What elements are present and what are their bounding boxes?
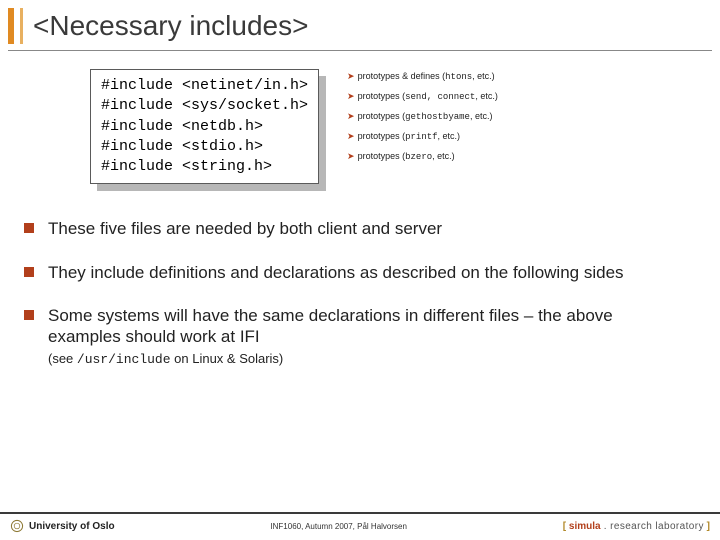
callout-mono: send, connect (405, 92, 475, 102)
code-line: #include <sys/socket.h> (101, 97, 308, 114)
subnote-prefix: (see (48, 351, 77, 366)
callout-item: ➤prototypes & defines (htons, etc.) (347, 71, 498, 82)
title-accent-bar (8, 8, 14, 44)
bullet-item: They include definitions and declaration… (24, 262, 686, 283)
subnote-mono: /usr/include (77, 352, 171, 367)
arrow-icon: ➤ (347, 151, 355, 162)
footer-bar: University of Oslo INF1060, Autumn 2007,… (0, 512, 720, 536)
callout-text: prototypes & defines ( (358, 71, 446, 81)
code-line: #include <stdio.h> (101, 138, 263, 155)
callout-item: ➤prototypes (send, connect, etc.) (347, 91, 498, 102)
footer-left-text: University of Oslo (29, 521, 115, 532)
square-bullet-icon (24, 223, 34, 233)
square-bullet-icon (24, 310, 34, 320)
title-accent-bar-light (20, 8, 23, 44)
code-wrapper: #include <netinet/in.h> #include <sys/so… (90, 69, 319, 184)
code-line: #include <netdb.h> (101, 118, 263, 135)
callout-suffix: , etc.) (470, 111, 493, 121)
title-divider (8, 50, 712, 51)
code-line: #include <netinet/in.h> (101, 77, 308, 94)
code-line: #include <string.h> (101, 158, 272, 175)
bracket-right: ] (704, 521, 710, 532)
university-seal-icon (10, 519, 24, 533)
arrow-icon: ➤ (347, 111, 355, 122)
title-bar: <Necessary includes> (0, 0, 720, 50)
callout-suffix: , etc.) (475, 91, 498, 101)
simula-word: simula (569, 521, 601, 532)
bullet-text: Some systems will have the same declarat… (48, 305, 686, 369)
callout-text: prototypes ( (358, 91, 406, 101)
subnote-suffix: on Linux & Solaris) (171, 351, 284, 366)
bullet-text: They include definitions and declaration… (48, 262, 624, 283)
callout-item: ➤prototypes (gethostbyame, etc.) (347, 111, 498, 122)
simula-lab: research laboratory (610, 521, 704, 532)
code-box: #include <netinet/in.h> #include <sys/so… (90, 69, 319, 184)
callout-suffix: , etc.) (472, 71, 495, 81)
bullet-main-text: Some systems will have the same declarat… (48, 306, 613, 346)
bullet-list: These five files are needed by both clie… (24, 218, 686, 368)
callout-mono: bzero (405, 152, 432, 162)
arrow-icon: ➤ (347, 91, 355, 102)
simula-dot: . (601, 521, 611, 532)
callout-mono: printf (405, 132, 437, 142)
code-and-callouts: #include <netinet/in.h> #include <sys/so… (90, 69, 720, 184)
bullet-item: These five files are needed by both clie… (24, 218, 686, 239)
callout-text: prototypes ( (358, 131, 406, 141)
footer-center: INF1060, Autumn 2007, Pål Halvorsen (115, 522, 563, 531)
bullet-item: Some systems will have the same declarat… (24, 305, 686, 369)
callout-text: prototypes ( (358, 111, 406, 121)
slide-title: <Necessary includes> (33, 10, 308, 42)
callout-suffix: , etc.) (432, 151, 455, 161)
square-bullet-icon (24, 267, 34, 277)
callout-mono: htons (445, 72, 472, 82)
callout-suffix: , etc.) (438, 131, 461, 141)
callout-text: prototypes ( (358, 151, 406, 161)
footer-left: University of Oslo (10, 519, 115, 533)
callout-mono: gethostbyame (405, 112, 470, 122)
footer-right: [ simula . research laboratory ] (563, 521, 710, 532)
arrow-icon: ➤ (347, 131, 355, 142)
callout-list: ➤prototypes & defines (htons, etc.) ➤pro… (347, 69, 498, 162)
arrow-icon: ➤ (347, 71, 355, 82)
bullet-subnote: (see /usr/include on Linux & Solaris) (48, 351, 283, 366)
callout-item: ➤prototypes (printf, etc.) (347, 131, 498, 142)
bullet-text: These five files are needed by both clie… (48, 218, 442, 239)
callout-item: ➤prototypes (bzero, etc.) (347, 151, 498, 162)
